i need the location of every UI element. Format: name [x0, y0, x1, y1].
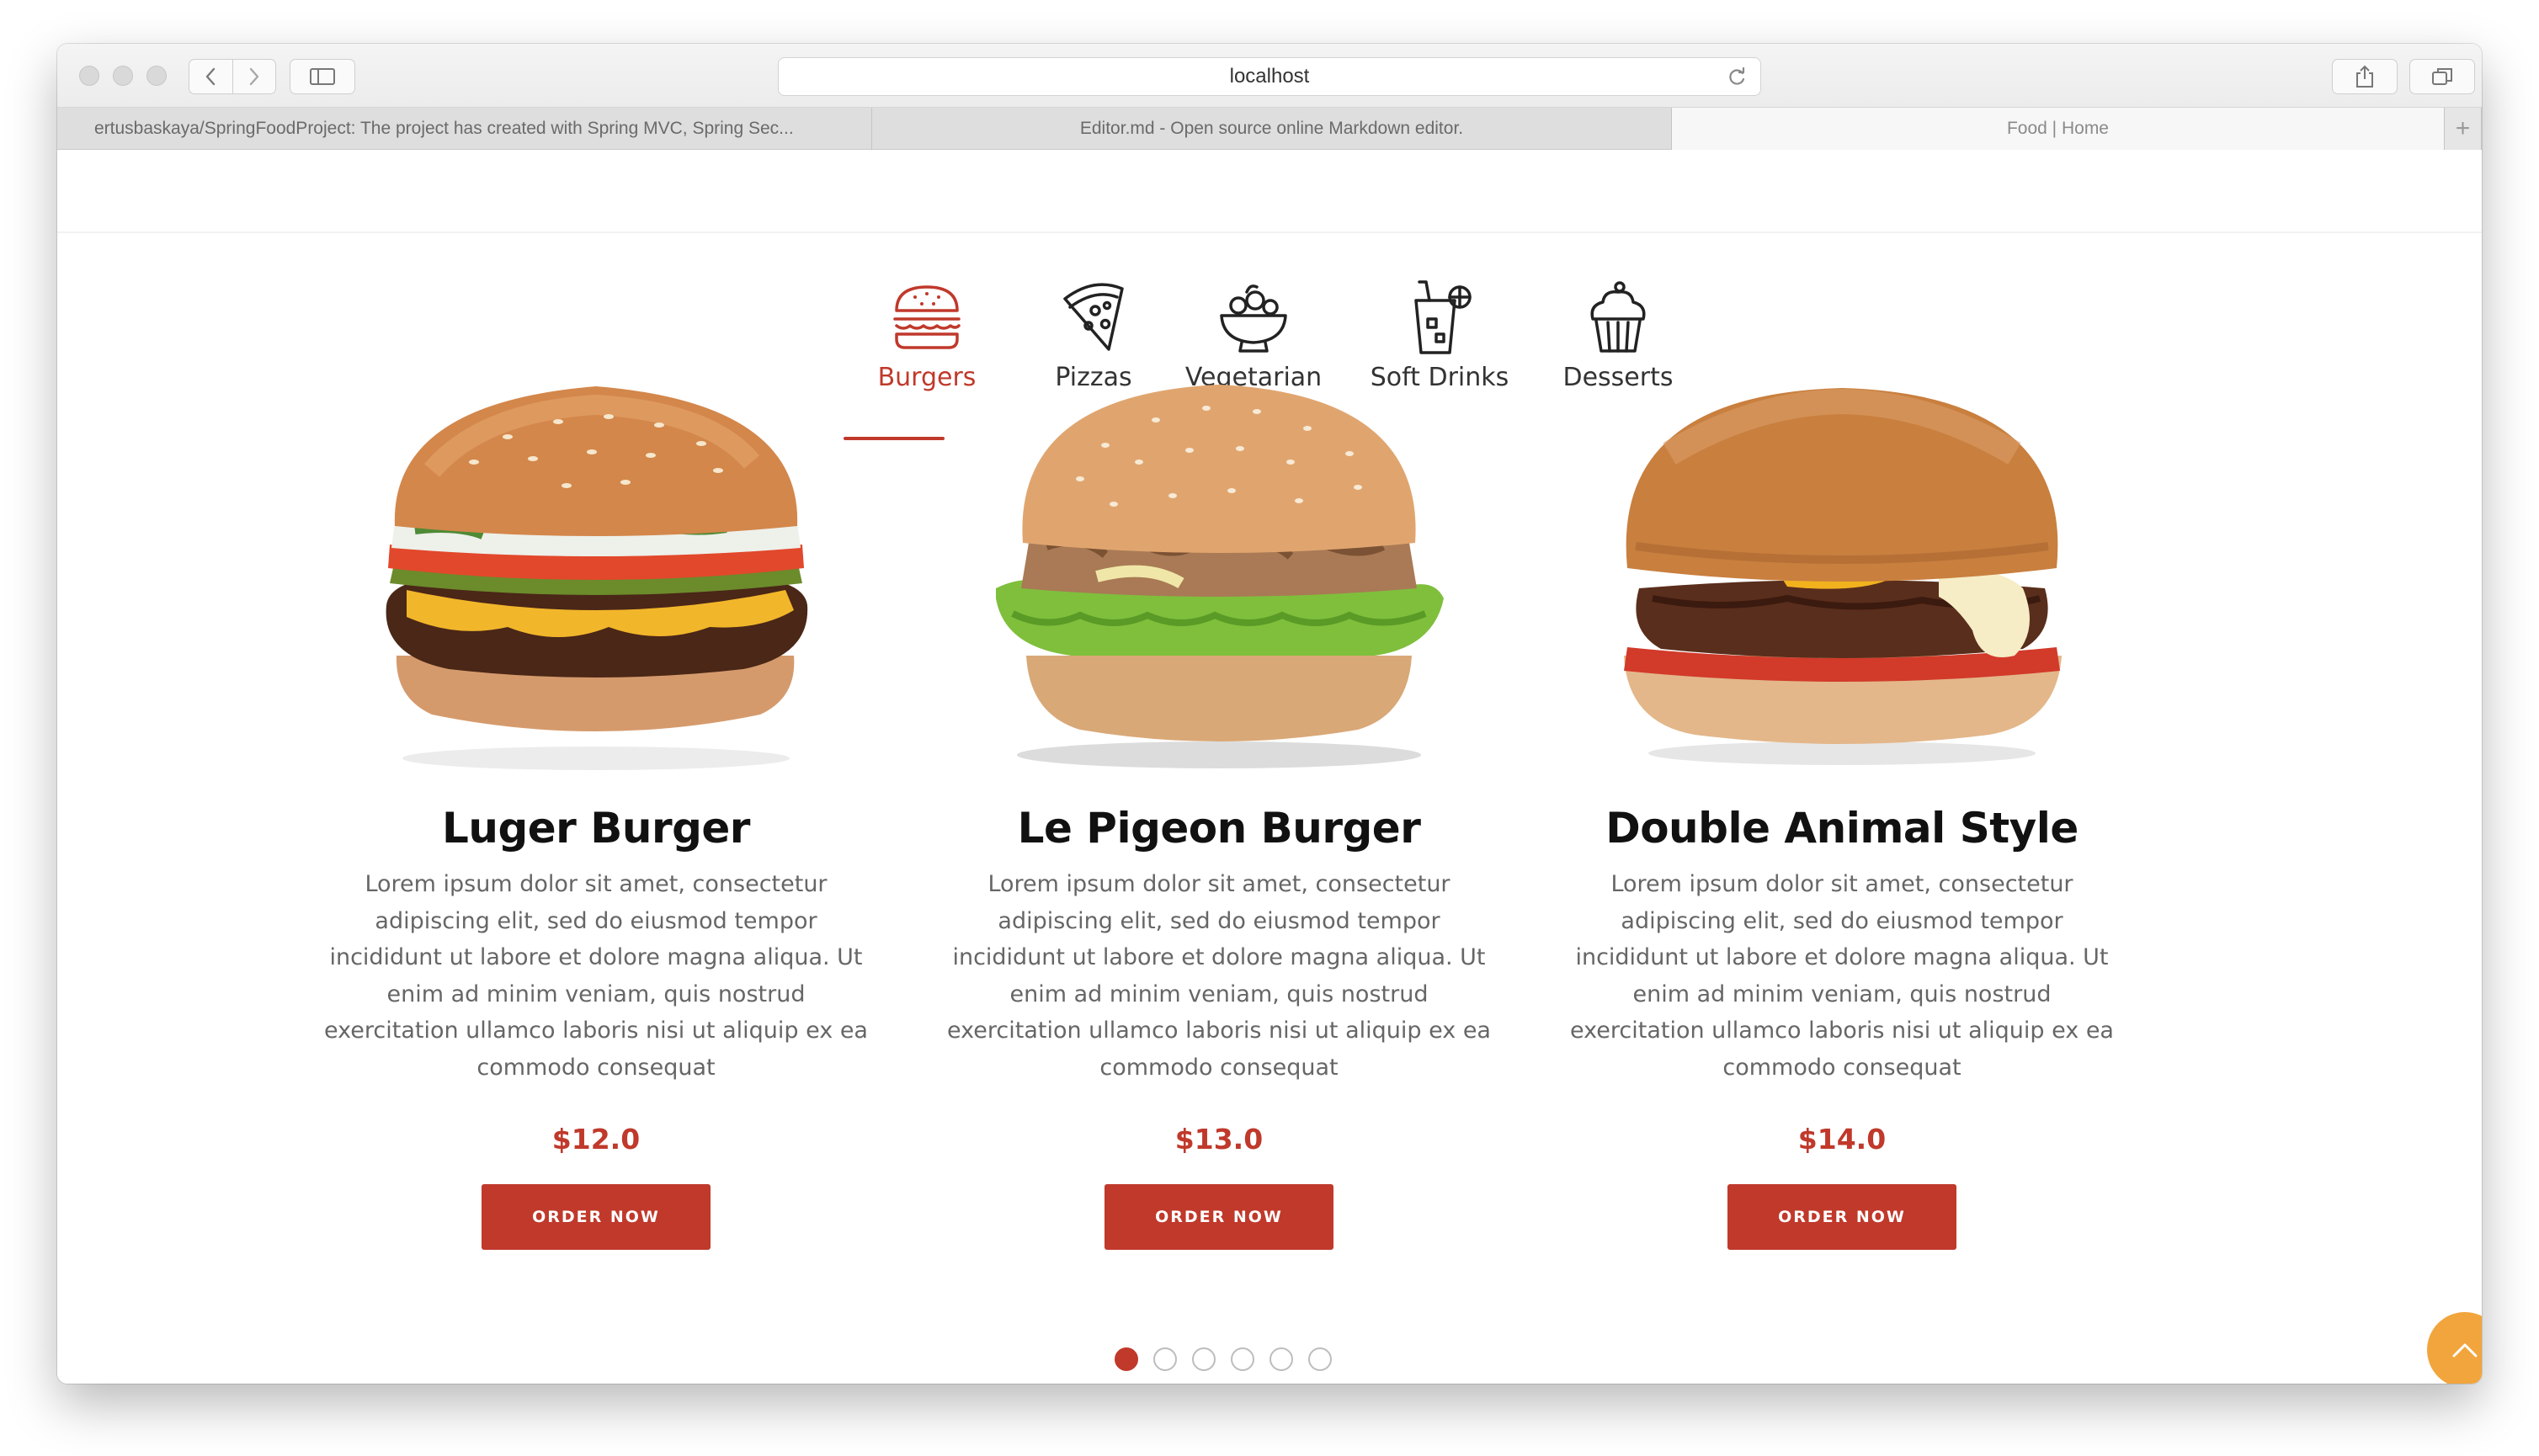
carousel-dot[interactable] [1115, 1347, 1138, 1371]
carousel-dot[interactable] [1153, 1347, 1177, 1371]
carousel-dot[interactable] [1270, 1347, 1293, 1371]
browser-tab[interactable]: Editor.md - Open source online Markdown … [872, 108, 1672, 150]
minimize-window-button[interactable] [113, 66, 133, 86]
sidebar-icon [310, 68, 335, 85]
chevron-right-icon [249, 67, 258, 86]
category-vegetarian[interactable]: Vegetarian [1185, 277, 1322, 392]
order-now-button[interactable]: ORDER NOW [1727, 1184, 1956, 1250]
share-button[interactable] [2332, 59, 2398, 94]
salad-bowl-icon [1220, 284, 1287, 353]
browser-tab[interactable]: ertusbaskaya/SpringFoodProject: The proj… [57, 108, 872, 150]
tab-strip: ertusbaskaya/SpringFoodProject: The proj… [57, 108, 2482, 150]
browser-tab-active[interactable]: Food | Home [1672, 108, 2445, 150]
forward-button[interactable] [232, 60, 276, 93]
category-burgers[interactable]: Burgers [853, 277, 1001, 392]
burger-image[interactable] [1602, 378, 2082, 778]
product-description: Lorem ipsum dolor sit amet, consectetur … [947, 871, 1491, 1081]
history-nav [189, 59, 276, 94]
product-description: Lorem ipsum dolor sit amet, consectetur … [324, 871, 868, 1081]
burger-image[interactable] [356, 378, 836, 778]
burger-image[interactable] [979, 378, 1459, 778]
cupcake-icon [1590, 281, 1646, 353]
address-bar[interactable]: localhost [778, 57, 1761, 96]
carousel-dot[interactable] [1192, 1347, 1216, 1371]
product-card: Le Pigeon Burger Lorem ipsum dolor sit a… [941, 378, 1497, 1250]
carousel-dot[interactable] [1308, 1347, 1332, 1371]
category-soft-drinks[interactable]: Soft Drinks [1357, 277, 1522, 392]
product-price: $13.0 [1174, 1123, 1264, 1156]
carousel-pagination [1115, 1347, 1332, 1371]
drink-cup-icon [1414, 280, 1472, 354]
category-desserts[interactable]: Desserts [1547, 277, 1689, 392]
order-now-button[interactable]: ORDER NOW [482, 1184, 711, 1250]
url-text: localhost [1229, 65, 1310, 88]
chevron-up-icon [2452, 1343, 2478, 1358]
product-price: $14.0 [1797, 1123, 1887, 1156]
divider [57, 231, 2482, 233]
category-nav: Burgers Pizzas Vegetarian Soft Drinks De… [57, 277, 2482, 440]
product-title: Le Pigeon Burger [1017, 804, 1421, 853]
product-price: $12.0 [551, 1123, 641, 1156]
reload-icon[interactable] [1725, 66, 1749, 89]
order-now-button[interactable]: ORDER NOW [1104, 1184, 1333, 1250]
pizza-icon [1063, 283, 1124, 351]
category-pizzas[interactable]: Pizzas [1036, 277, 1151, 392]
product-card: Double Animal Style Lorem ipsum dolor si… [1564, 378, 2120, 1250]
chevron-left-icon [206, 67, 216, 86]
browser-toolbar: localhost [57, 44, 2482, 108]
back-to-top-button[interactable] [2427, 1312, 2482, 1384]
browser-window: localhost ertusbaskaya/SpringFoodProject… [57, 44, 2482, 1384]
carousel-dot[interactable] [1231, 1347, 1254, 1371]
back-button[interactable] [189, 60, 232, 93]
product-description: Lorem ipsum dolor sit amet, consectetur … [1570, 871, 2114, 1081]
close-window-button[interactable] [79, 66, 99, 86]
product-title: Luger Burger [442, 804, 750, 853]
product-title: Double Animal Style [1605, 804, 2079, 853]
maximize-window-button[interactable] [146, 66, 167, 86]
new-tab-button[interactable]: + [2445, 108, 2482, 150]
page-content: Burgers Pizzas Vegetarian Soft Drinks De… [57, 151, 2482, 1384]
sidebar-toggle-button[interactable] [290, 59, 355, 94]
product-card: Luger Burger Lorem ipsum dolor sit amet,… [318, 378, 874, 1250]
burger-icon [893, 285, 961, 349]
tabs-overview-icon [2432, 68, 2452, 85]
show-tabs-button[interactable] [2409, 59, 2475, 94]
share-icon [2356, 65, 2373, 88]
